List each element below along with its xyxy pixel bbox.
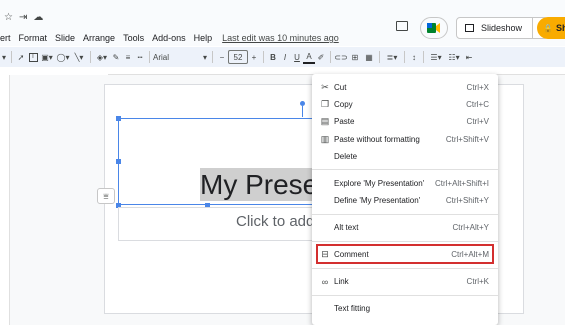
italic-icon[interactable]: I [279, 50, 291, 64]
copy-icon: ❐ [320, 99, 330, 109]
menu-item-alt-text[interactable]: Alt text Ctrl+Alt+Y [312, 219, 498, 236]
cloud-status-icon[interactable]: ☁ [33, 12, 43, 23]
align-icon[interactable]: ≣▾ [383, 50, 401, 64]
paste-icon: ▤ [320, 116, 330, 126]
textbox-icon[interactable]: T [27, 50, 39, 64]
shape-icon[interactable]: ◯▾ [55, 50, 71, 64]
slide-title[interactable]: My Prese [200, 168, 318, 202]
underline-icon[interactable]: U [291, 50, 303, 64]
menu-item-link[interactable]: ∞ Link Ctrl+K [312, 273, 498, 290]
image-insert-icon[interactable]: ▦ [362, 50, 376, 64]
menu-item-copy[interactable]: ❐ Copy Ctrl+C [312, 96, 498, 113]
menu-divider [312, 169, 498, 170]
share-label: Sh [555, 23, 565, 33]
menu-divider [312, 268, 498, 269]
menu-format[interactable]: Format [15, 33, 52, 43]
line-spacing-icon[interactable]: ↕ [408, 50, 420, 64]
move-folder-icon[interactable]: ⇥ [19, 12, 27, 23]
toolbar-overflow-icon[interactable]: ▾ [0, 50, 8, 64]
text-color-icon[interactable]: A [303, 50, 315, 64]
border-color-icon[interactable]: ✎ [110, 50, 122, 64]
context-menu: ✂ Cut Ctrl+X ❐ Copy Ctrl+C ▤ Paste Ctrl+… [312, 74, 498, 325]
menu-divider [312, 214, 498, 215]
menu-divider [312, 241, 498, 242]
line-icon[interactable]: ╲▾ [71, 50, 87, 64]
numbered-list-icon[interactable]: ☷▾ [445, 50, 463, 64]
rotate-stem [302, 106, 303, 117]
menu-item-delete[interactable]: Delete [312, 148, 498, 165]
paste-plain-icon: ▥ [320, 134, 330, 144]
annotation-highlight-box [316, 244, 494, 264]
indent-icon[interactable]: ⇤ [463, 50, 475, 64]
menu-item-explore[interactable]: Explore 'My Presentation' Ctrl+Alt+Shift… [312, 175, 498, 192]
slideshow-icon [465, 24, 474, 32]
border-weight-icon[interactable]: ≡ [122, 50, 134, 64]
link-icon: ∞ [321, 276, 329, 287]
highlight-icon[interactable]: ✐ [315, 50, 327, 64]
star-icon[interactable]: ☆ [4, 12, 13, 23]
font-size-field[interactable]: 52 [228, 50, 248, 64]
select-cursor-icon[interactable]: ➚ [15, 50, 27, 64]
font-value: Arial [153, 52, 170, 62]
resize-handle[interactable] [116, 159, 121, 164]
font-select[interactable]: Arial [153, 50, 201, 64]
vertical-align-icon: ⩸ [103, 190, 109, 201]
menu-slide[interactable]: Slide [51, 33, 79, 43]
menu-item-cut[interactable]: ✂ Cut Ctrl+X [312, 79, 498, 96]
vertical-ruler[interactable] [0, 75, 10, 325]
menu-item-define[interactable]: Define 'My Presentation' Ctrl+Shift+Y [312, 192, 498, 209]
slideshow-button[interactable]: Slideshow ▾ [456, 17, 548, 39]
menu-help[interactable]: Help [190, 33, 217, 43]
menu-bar: ert Format Slide Arrange Tools Add-ons H… [0, 30, 339, 46]
comment-history-icon[interactable] [396, 21, 408, 31]
menu-addons[interactable]: Add-ons [148, 33, 190, 43]
menu-arrange[interactable]: Arrange [79, 33, 119, 43]
scissors-icon: ✂ [321, 82, 329, 92]
resize-handle[interactable] [116, 116, 121, 121]
link-toolbar-icon[interactable]: ⊂⊃ [334, 50, 348, 64]
add-comment-icon[interactable]: ⊞ [348, 50, 362, 64]
title-icons: ☆ ⇥ ☁ [4, 12, 43, 23]
toolbar: ▾ ➚ T ▣▾ ◯▾ ╲▾ ◈▾ ✎ ≡ ┅ Arial ▾ − 52 + B… [0, 47, 565, 67]
bold-icon[interactable]: B [267, 50, 279, 64]
menu-divider [312, 295, 498, 296]
meet-button[interactable] [420, 17, 448, 39]
menu-item-paste-without-formatting[interactable]: ▥ Paste without formatting Ctrl+Shift+V [312, 131, 498, 148]
font-chevron-icon[interactable]: ▾ [201, 50, 209, 64]
lock-icon: 🔒 [543, 23, 553, 33]
vertical-align-button[interactable]: ⩸ [97, 188, 115, 204]
menu-item-text-fitting[interactable]: Text fitting [312, 300, 498, 317]
border-dash-icon[interactable]: ┅ [134, 50, 146, 64]
share-button[interactable]: 🔒 Sh [537, 17, 565, 39]
image-icon[interactable]: ▣▾ [39, 50, 55, 64]
menu-item-paste[interactable]: ▤ Paste Ctrl+V [312, 113, 498, 130]
font-size-value: 52 [233, 52, 243, 62]
menu-insert[interactable]: ert [0, 33, 15, 43]
bulleted-list-icon[interactable]: ☰▾ [427, 50, 445, 64]
menu-tools[interactable]: Tools [119, 33, 148, 43]
meet-icon [427, 23, 440, 33]
increase-font-icon[interactable]: + [248, 50, 260, 64]
decrease-font-icon[interactable]: − [216, 50, 228, 64]
slide-subtitle-placeholder[interactable]: Click to add [236, 213, 314, 230]
slideshow-label: Slideshow [481, 23, 523, 33]
fill-color-icon[interactable]: ◈▾ [94, 50, 110, 64]
last-edit-link[interactable]: Last edit was 10 minutes ago [216, 33, 339, 43]
